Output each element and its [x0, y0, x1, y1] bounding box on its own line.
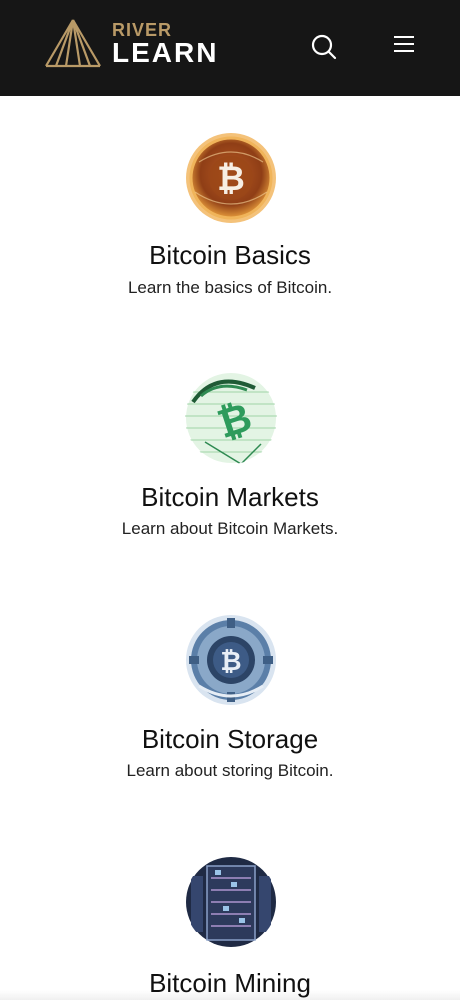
card-title: Bitcoin Storage	[141, 724, 319, 754]
course-card-bitcoin-basics[interactable]: ₿ Bitcoin Basics Learn the basics of Bit…	[0, 132, 460, 322]
bitcoin-basics-icon: ₿	[185, 132, 277, 224]
bitcoin-mining-icon	[185, 856, 277, 948]
course-card-bitcoin-mining[interactable]: Bitcoin Mining	[0, 856, 460, 1000]
top-navigation-bar: RIVER LEARN	[0, 0, 460, 96]
bottom-shadow	[0, 990, 460, 1000]
card-description: Learn the basics of Bitcoin.	[127, 278, 333, 297]
card-title: Bitcoin Basics	[149, 240, 311, 270]
search-button[interactable]	[310, 33, 338, 61]
menu-button[interactable]	[390, 32, 418, 56]
river-learn-logo[interactable]: RIVER LEARN	[44, 18, 224, 70]
svg-text:₿: ₿	[217, 159, 245, 199]
card-description: Learn about Bitcoin Markets.	[121, 519, 339, 538]
card-description: Learn about storing Bitcoin.	[126, 761, 334, 780]
course-card-bitcoin-markets[interactable]: ₿ Bitcoin Markets Learn about Bitcoin Ma…	[0, 372, 460, 562]
bitcoin-markets-icon: ₿	[185, 372, 277, 464]
logo-mark-icon	[45, 19, 101, 68]
logo-learn-text: LEARN	[112, 37, 219, 68]
hamburger-menu-icon	[394, 36, 414, 52]
svg-text:₿: ₿	[220, 647, 241, 677]
course-card-bitcoin-storage[interactable]: ₿ Bitcoin Storage Learn about storing Bi…	[0, 614, 460, 804]
search-icon	[311, 34, 337, 60]
card-title: Bitcoin Markets	[141, 482, 319, 512]
bitcoin-storage-icon: ₿	[185, 614, 277, 706]
